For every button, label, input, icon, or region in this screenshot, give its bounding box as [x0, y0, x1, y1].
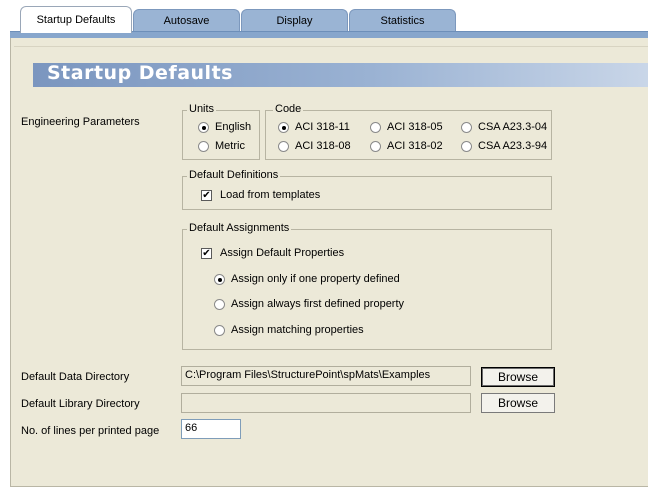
assign-only-if-one-radio[interactable]: Assign only if one property defined: [214, 273, 400, 285]
radio-label: CSA A23.3-04: [478, 121, 548, 133]
code-aci-318-02-radio[interactable]: ACI 318-02: [370, 140, 443, 152]
radio-label: ACI 318-05: [387, 121, 443, 133]
units-group: [182, 110, 260, 160]
radio-label: ACI 318-02: [387, 140, 443, 152]
browse-library-directory-button[interactable]: Browse: [481, 393, 555, 413]
radio-label: Assign only if one property defined: [231, 273, 400, 285]
default-assignments-legend: Default Assignments: [187, 222, 292, 234]
radio-icon: [214, 298, 225, 310]
tab-label: Autosave: [163, 15, 210, 27]
tab-autosave[interactable]: Autosave: [133, 9, 240, 32]
tab-statistics[interactable]: Statistics: [349, 9, 456, 32]
tab-startup-defaults[interactable]: Startup Defaults: [20, 6, 132, 33]
radio-icon: [461, 140, 472, 152]
code-csa-a23-3-04-radio[interactable]: CSA A23.3-04: [461, 121, 547, 133]
checkbox-checked-icon: ✔: [201, 189, 212, 201]
code-aci-318-11-radio[interactable]: ACI 318-11: [278, 121, 350, 133]
code-aci-318-08-radio[interactable]: ACI 318-08: [278, 140, 351, 152]
code-group: [265, 110, 552, 160]
checkbox-label: Assign Default Properties: [220, 247, 345, 259]
code-aci-318-05-radio[interactable]: ACI 318-05: [370, 121, 443, 133]
radio-label: Assign always first defined property: [231, 298, 405, 310]
radio-label: Metric: [215, 140, 245, 152]
radio-icon: [198, 140, 209, 152]
radio-label: Assign matching properties: [231, 324, 364, 336]
assign-matching-radio[interactable]: Assign matching properties: [214, 324, 364, 336]
data-directory-field[interactable]: C:\Program Files\StructurePoint\spMats\E…: [181, 366, 471, 386]
lines-per-page-input[interactable]: 66: [181, 419, 241, 439]
engineering-parameters-label: Engineering Parameters: [21, 116, 140, 128]
assign-default-properties-checkbox[interactable]: ✔ Assign Default Properties: [201, 247, 344, 259]
radio-selected-icon: [278, 121, 289, 133]
tab-label: Startup Defaults: [36, 14, 116, 26]
page-title: Startup Defaults: [47, 62, 233, 84]
radio-icon: [461, 121, 472, 133]
default-definitions-legend: Default Definitions: [187, 169, 281, 181]
assign-always-first-radio[interactable]: Assign always first defined property: [214, 298, 404, 310]
radio-selected-icon: [198, 121, 209, 133]
default-library-directory-label: Default Library Directory: [21, 398, 140, 410]
radio-label: ACI 318-08: [295, 140, 351, 152]
load-from-templates-checkbox[interactable]: ✔ Load from templates: [201, 189, 320, 201]
checkbox-label: Load from templates: [220, 189, 321, 201]
radio-label: CSA A23.3-94: [478, 140, 548, 152]
library-directory-field[interactable]: [181, 393, 471, 413]
units-english-radio[interactable]: English: [198, 121, 251, 133]
tab-display[interactable]: Display: [241, 9, 348, 32]
panel-divider: [14, 46, 648, 47]
units-legend: Units: [187, 103, 217, 115]
tab-label: Display: [276, 15, 313, 27]
radio-label: ACI 318-11: [295, 121, 350, 133]
default-data-directory-label: Default Data Directory: [21, 371, 130, 383]
tab-label: Statistics: [380, 15, 425, 27]
radio-icon: [278, 140, 289, 152]
code-csa-a23-3-94-radio[interactable]: CSA A23.3-94: [461, 140, 547, 152]
radio-icon: [370, 121, 381, 133]
radio-icon: [214, 324, 225, 336]
lines-per-page-label: No. of lines per printed page: [21, 425, 160, 437]
radio-label: English: [215, 121, 252, 133]
radio-selected-icon: [214, 273, 225, 285]
radio-icon: [370, 140, 381, 152]
checkbox-checked-icon: ✔: [201, 247, 212, 259]
units-metric-radio[interactable]: Metric: [198, 140, 245, 152]
browse-data-directory-button[interactable]: Browse: [481, 367, 555, 387]
code-legend: Code: [273, 103, 304, 115]
